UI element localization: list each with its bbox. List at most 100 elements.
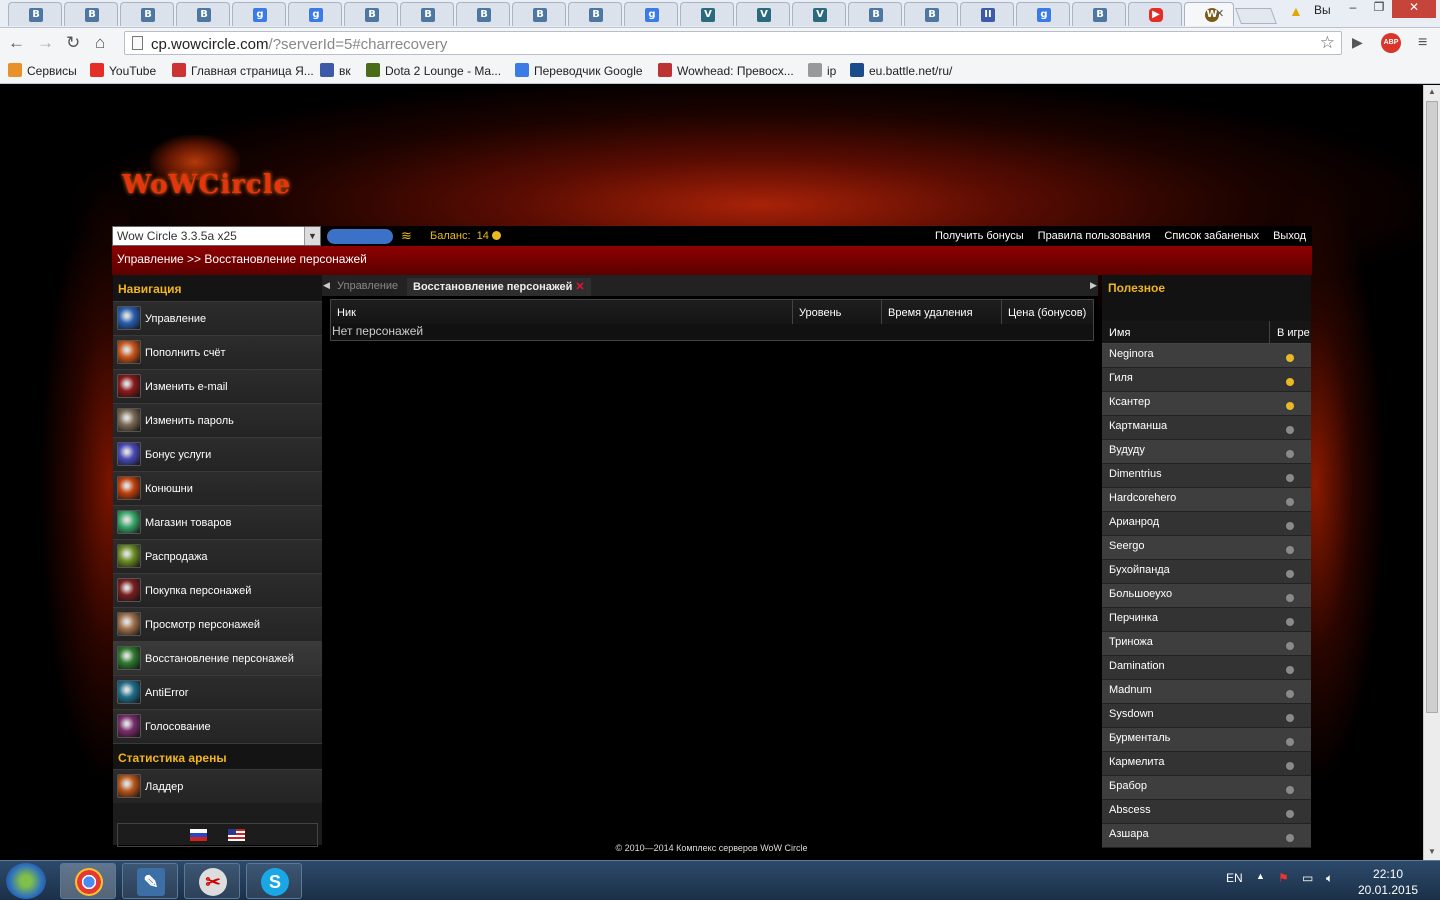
browser-tab[interactable]: B [176, 2, 230, 26]
extension-icon[interactable]: ▶ [1352, 34, 1363, 51]
player-row[interactable]: Бурменталь [1102, 728, 1311, 752]
nav-item[interactable]: Бонус услуги [113, 437, 322, 471]
start-button[interactable] [6, 863, 46, 899]
browser-tab[interactable]: V [736, 2, 790, 26]
back-icon[interactable]: ← [8, 33, 25, 53]
column-name[interactable]: Имя [1102, 321, 1270, 344]
nav-item[interactable]: Восстановление персонажей [113, 641, 322, 675]
show-hidden-icons-icon[interactable]: ▲ [1256, 871, 1265, 881]
nav-item[interactable]: Изменить пароль [113, 403, 322, 437]
nav-item[interactable]: Ладдер [113, 769, 322, 803]
player-row[interactable]: Abscess [1102, 800, 1311, 824]
browser-tab[interactable]: V [680, 2, 734, 26]
nav-item[interactable]: Покупка персонажей [113, 573, 322, 607]
bookmark-item[interactable]: Dota 2 Lounge - Ma... [366, 63, 501, 78]
restore-icon[interactable]: ❐ [1366, 0, 1392, 18]
nav-item[interactable]: Изменить e-mail [113, 369, 322, 403]
bookmark-item[interactable]: Wowhead: Превосх... [658, 63, 794, 78]
nav-item[interactable]: Конюшни [113, 471, 322, 505]
taskbar-snipping[interactable]: ✂ [184, 863, 240, 899]
scrollbar-thumb[interactable] [1426, 101, 1438, 713]
scroll-up-icon[interactable]: ▲ [1428, 87, 1436, 96]
tab-scroll-right-icon[interactable]: ▶ [1090, 280, 1097, 291]
player-row[interactable]: Перчинка [1102, 608, 1311, 632]
new-tab-button[interactable] [1235, 8, 1277, 24]
nav-item[interactable]: Пополнить счёт [113, 335, 322, 369]
bookmark-item[interactable]: вк [320, 63, 351, 78]
menu-icon[interactable]: ≡ [1418, 34, 1427, 52]
browser-tab[interactable]: II [960, 2, 1014, 26]
warning-icon[interactable]: ▲ [1289, 3, 1303, 19]
language-indicator[interactable]: EN [1226, 871, 1243, 885]
realm-select[interactable]: Wow Circle 3.3.5a x25 ▼ [112, 226, 321, 246]
column-deletion-time[interactable]: Время удаления [882, 300, 1002, 324]
player-row[interactable]: Брабор [1102, 776, 1311, 800]
system-clock[interactable]: 22:10 20.01.2015 [1358, 866, 1418, 898]
player-row[interactable]: Sysdown [1102, 704, 1311, 728]
forward-icon[interactable]: → [37, 33, 54, 53]
bookmark-item[interactable]: YouTube [90, 63, 156, 78]
network-icon[interactable]: ▭ [1302, 871, 1313, 885]
top-link[interactable]: Выход [1273, 230, 1306, 242]
player-row[interactable]: Damination [1102, 656, 1311, 680]
player-row[interactable]: Ксантер [1102, 392, 1311, 416]
browser-tab[interactable]: g [624, 2, 678, 26]
player-row[interactable]: Триножа [1102, 632, 1311, 656]
bookmark-star-icon[interactable]: ☆ [1320, 33, 1335, 53]
browser-tab[interactable]: g [232, 2, 286, 26]
browser-tab[interactable]: B [568, 2, 622, 26]
close-window-icon[interactable]: ✕ [1392, 0, 1436, 18]
browser-tab[interactable]: g [288, 2, 342, 26]
column-price[interactable]: Цена (бонусов) [1002, 300, 1093, 324]
player-row[interactable]: Бухойпанда [1102, 560, 1311, 584]
home-icon[interactable]: ⌂ [95, 33, 105, 53]
close-tab-icon[interactable]: ✕ [1215, 7, 1224, 20]
address-bar[interactable]: cp.wowcircle.com/?serverId=5#charrecover… [124, 31, 1342, 55]
bookmark-item[interactable]: ip [808, 63, 836, 78]
volume-icon[interactable]: 🔈︎ [1326, 871, 1333, 886]
browser-tab[interactable]: B [512, 2, 566, 26]
browser-tab[interactable]: B [120, 2, 174, 26]
bookmark-item[interactable]: eu.battle.net/ru/ [850, 63, 952, 78]
top-link[interactable]: Получить бонусы [935, 230, 1024, 242]
bookmark-item[interactable]: Переводчик Google [515, 63, 643, 78]
player-row[interactable]: Арианрод [1102, 512, 1311, 536]
browser-tab[interactable]: V [792, 2, 846, 26]
scroll-down-icon[interactable]: ▼ [1428, 847, 1436, 856]
column-online[interactable]: В игре [1277, 327, 1310, 339]
taskbar-chrome[interactable] [60, 863, 116, 899]
browser-tab[interactable]: g [1016, 2, 1070, 26]
player-row[interactable]: Dimentrius [1102, 464, 1311, 488]
adblock-icon[interactable]: ABP [1381, 33, 1401, 53]
russian-flag-icon[interactable] [190, 829, 207, 841]
player-row[interactable]: Seergo [1102, 536, 1311, 560]
browser-tab[interactable]: B [344, 2, 398, 26]
page-scrollbar[interactable]: ▲ ▼ [1423, 85, 1440, 860]
top-link[interactable]: Правила пользования [1038, 230, 1151, 242]
player-row[interactable]: Гиля [1102, 368, 1311, 392]
taskbar-paint[interactable]: ✎ [122, 863, 178, 899]
column-nick[interactable]: Ник [331, 300, 793, 324]
browser-tab[interactable]: B [904, 2, 958, 26]
tab-scroll-left-icon[interactable]: ◀ [323, 280, 330, 291]
nav-item[interactable]: Просмотр персонажей [113, 607, 322, 641]
browser-tab-active[interactable]: W ✕ [1184, 2, 1234, 26]
minimize-icon[interactable]: – [1340, 0, 1366, 18]
action-center-flag-icon[interactable]: ⚑ [1278, 871, 1289, 885]
player-row[interactable]: Большоеухо [1102, 584, 1311, 608]
browser-tab[interactable]: B [8, 2, 62, 26]
nav-item[interactable]: Магазин товаров [113, 505, 322, 539]
player-row[interactable]: Картманша [1102, 416, 1311, 440]
chevron-down-icon[interactable]: ▼ [304, 227, 320, 245]
browser-tab[interactable]: B [400, 2, 454, 26]
browser-tab[interactable]: B [848, 2, 902, 26]
nav-item[interactable]: Управление [113, 301, 322, 335]
nav-item[interactable]: AntiError [113, 675, 322, 709]
top-link[interactable]: Список забаненых [1164, 230, 1259, 242]
tab-character-recovery[interactable]: Восстановление персонажей ✕ [407, 278, 591, 296]
player-row[interactable]: Neginora [1102, 344, 1311, 368]
player-row[interactable]: Hardcorehero [1102, 488, 1311, 512]
site-logo[interactable]: WoWCircle [122, 170, 302, 206]
taskbar-skype[interactable]: S [246, 863, 302, 899]
us-flag-icon[interactable] [228, 829, 245, 841]
